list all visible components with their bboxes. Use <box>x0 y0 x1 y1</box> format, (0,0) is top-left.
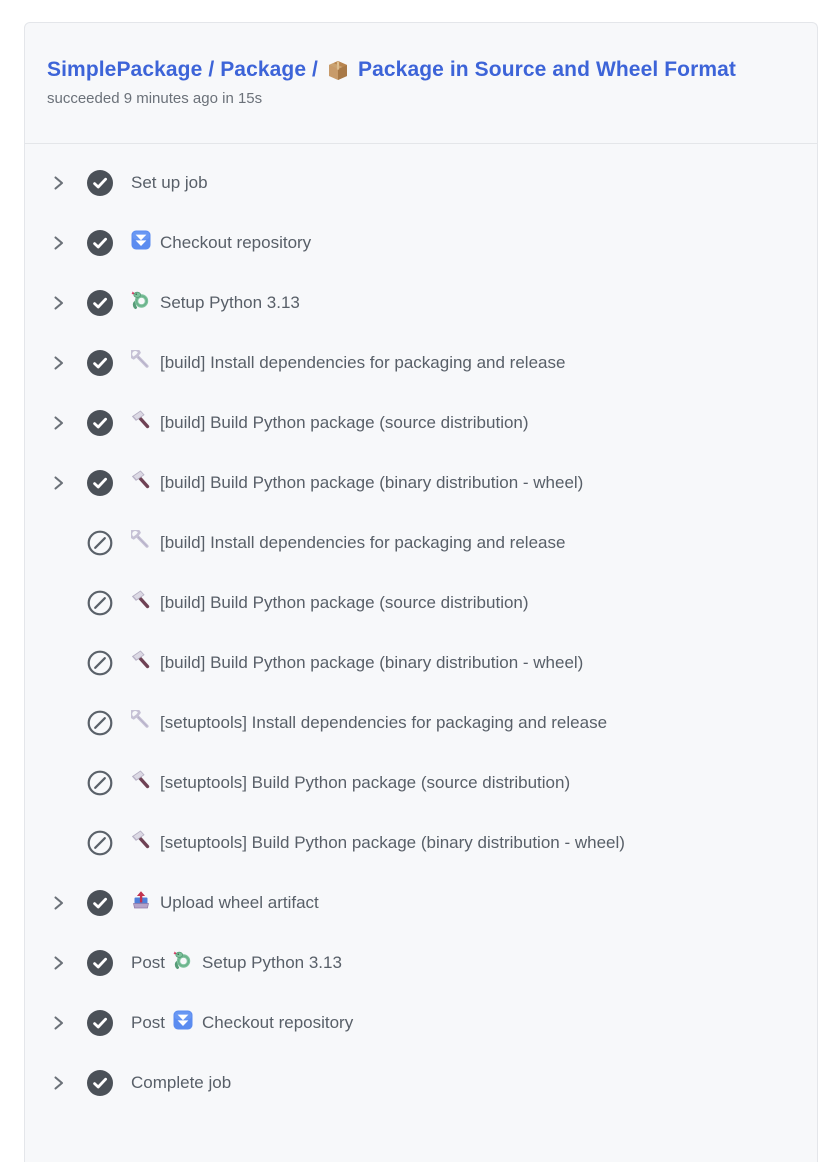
run-breadcrumb[interactable]: SimplePackage / Package / <box>47 56 318 84</box>
step-label: [build] Build Python package (source dis… <box>160 592 529 614</box>
step-prefix: Post <box>131 952 165 974</box>
upload-icon <box>131 890 151 910</box>
step-label: [build] Build Python package (binary dis… <box>160 472 583 494</box>
step-row[interactable]: Set up job <box>25 153 817 213</box>
step-label: Checkout repository <box>160 232 311 254</box>
expand-chevron-icon[interactable] <box>54 236 67 250</box>
step-label: [build] Build Python package (source dis… <box>160 412 529 434</box>
step-label: Setup Python 3.13 <box>160 292 300 314</box>
status-success-icon <box>87 950 113 976</box>
step-row[interactable]: [build] Build Python package (binary dis… <box>25 453 817 513</box>
hammer-icon <box>131 590 151 610</box>
hammer-icon <box>131 770 151 790</box>
hammer-icon <box>131 830 151 850</box>
status-skipped-icon <box>87 783 113 800</box>
expand-chevron-icon[interactable] <box>54 296 67 310</box>
step-label: Upload wheel artifact <box>160 892 319 914</box>
step-row[interactable]: Checkout repository <box>25 213 817 273</box>
step-row[interactable]: Post Setup Python 3.13 <box>25 933 817 993</box>
status-success-icon <box>87 230 113 256</box>
status-skipped-icon <box>87 663 113 680</box>
expand-chevron-icon[interactable] <box>54 956 67 970</box>
status-success-icon <box>87 170 113 196</box>
expand-chevron-icon[interactable] <box>54 1076 67 1090</box>
wrench-icon <box>131 710 151 730</box>
python-icon <box>131 290 151 310</box>
run-title-link[interactable]: SimplePackage / Package / Package in Sou… <box>47 56 795 84</box>
step-row: [build] Build Python package (binary dis… <box>25 633 817 693</box>
run-name[interactable]: Package in Source and Wheel Format <box>358 56 736 84</box>
run-status-line: succeeded 9 minutes ago in 15s <box>47 89 795 109</box>
status-success-icon <box>87 350 113 376</box>
step-row[interactable]: Complete job <box>25 1053 817 1113</box>
status-success-icon <box>87 470 113 496</box>
step-label: [setuptools] Build Python package (binar… <box>160 832 625 854</box>
step-row[interactable]: [build] Build Python package (source dis… <box>25 393 817 453</box>
wrench-icon <box>131 530 151 550</box>
step-label: Setup Python 3.13 <box>202 952 342 974</box>
step-label: [build] Install dependencies for packagi… <box>160 352 565 374</box>
step-row[interactable]: [build] Install dependencies for packagi… <box>25 333 817 393</box>
step-row[interactable]: Upload wheel artifact <box>25 873 817 933</box>
step-row[interactable]: Post Checkout repository <box>25 993 817 1053</box>
steps-list: Set up job Checkout repository <box>25 144 817 1113</box>
status-success-icon <box>87 890 113 916</box>
step-row: [build] Build Python package (source dis… <box>25 573 817 633</box>
run-header: SimplePackage / Package / Package in Sou… <box>25 23 817 144</box>
job-run-panel: SimplePackage / Package / Package in Sou… <box>24 22 818 1162</box>
step-row: [setuptools] Build Python package (sourc… <box>25 753 817 813</box>
step-label: Complete job <box>131 1072 231 1094</box>
step-label: [setuptools] Install dependencies for pa… <box>160 712 607 734</box>
checkout-icon <box>173 1010 193 1030</box>
checkout-icon <box>131 230 151 250</box>
expand-chevron-icon[interactable] <box>54 896 67 910</box>
status-skipped-icon <box>87 603 113 620</box>
step-label: [build] Build Python package (binary dis… <box>160 652 583 674</box>
step-label: [build] Install dependencies for packagi… <box>160 532 565 554</box>
expand-chevron-icon[interactable] <box>54 176 67 190</box>
status-success-icon <box>87 290 113 316</box>
expand-chevron-icon[interactable] <box>54 416 67 430</box>
step-label: Checkout repository <box>202 1012 353 1034</box>
status-success-icon <box>87 1070 113 1096</box>
package-icon <box>326 58 350 82</box>
step-label: Set up job <box>131 172 208 194</box>
step-row: [build] Install dependencies for packagi… <box>25 513 817 573</box>
expand-chevron-icon[interactable] <box>54 476 67 490</box>
expand-chevron-icon[interactable] <box>54 1016 67 1030</box>
expand-chevron-icon[interactable] <box>54 356 67 370</box>
hammer-icon <box>131 410 151 430</box>
python-icon <box>173 950 193 970</box>
step-label: [setuptools] Build Python package (sourc… <box>160 772 570 794</box>
hammer-icon <box>131 650 151 670</box>
step-prefix: Post <box>131 1012 165 1034</box>
status-skipped-icon <box>87 543 113 560</box>
wrench-icon <box>131 350 151 370</box>
status-success-icon <box>87 410 113 436</box>
status-skipped-icon <box>87 843 113 860</box>
status-skipped-icon <box>87 723 113 740</box>
step-row: [setuptools] Install dependencies for pa… <box>25 693 817 753</box>
hammer-icon <box>131 470 151 490</box>
step-row: [setuptools] Build Python package (binar… <box>25 813 817 873</box>
step-row[interactable]: Setup Python 3.13 <box>25 273 817 333</box>
status-success-icon <box>87 1010 113 1036</box>
